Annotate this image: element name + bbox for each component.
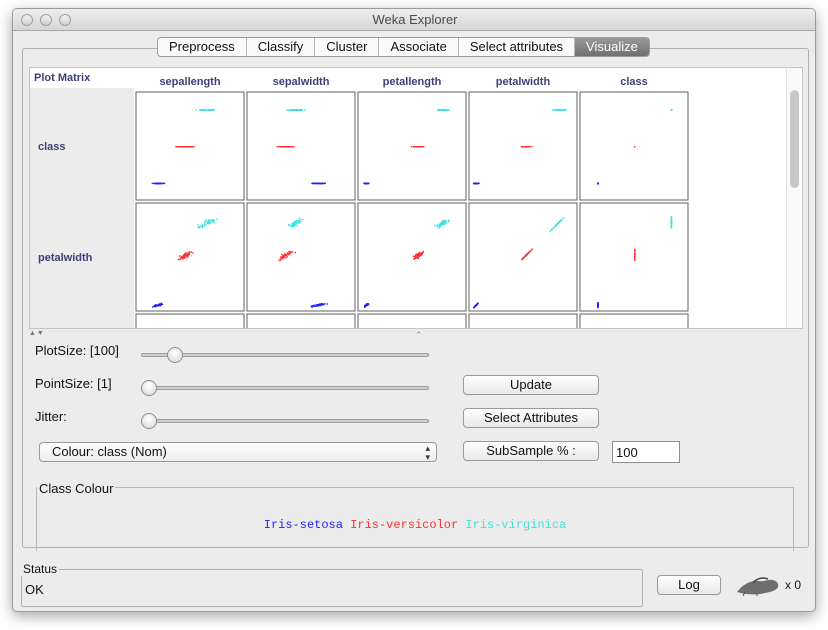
title-bar: Weka Explorer <box>13 9 815 31</box>
colour-select-value: Colour: class (Nom) <box>52 444 167 459</box>
tab-preprocess[interactable]: Preprocess <box>158 38 247 56</box>
point-size-slider[interactable] <box>141 380 431 396</box>
colour-select[interactable]: Colour: class (Nom) ▴ ▾ <box>39 442 437 462</box>
plot-size-slider[interactable] <box>141 347 431 363</box>
status-panel <box>21 569 643 607</box>
legend-iris-virginica[interactable]: Iris-virginica <box>465 518 566 532</box>
row-label-petalwidth: petalwidth <box>38 252 93 264</box>
plot-cell-class-sepalwidth[interactable] <box>246 91 356 201</box>
column-header-sepallength: sepallength <box>159 76 220 88</box>
tab-associate[interactable]: Associate <box>379 38 459 56</box>
tab-classify[interactable]: Classify <box>247 38 316 56</box>
plot-cell-petallength-class[interactable] <box>579 313 689 329</box>
row-label-class: class <box>38 141 66 153</box>
column-header-petalwidth: petalwidth <box>496 76 551 88</box>
plot-matrix-panel: sepallength sepalwidth petallength petalwid… <box>29 67 803 329</box>
tab-visualize[interactable]: Visualize <box>575 38 649 56</box>
tab-cluster[interactable]: Cluster <box>315 38 380 56</box>
plot-cell-petallength-sepallength[interactable] <box>135 313 245 329</box>
legend-iris-versicolor[interactable]: Iris-versicolor <box>350 518 458 532</box>
plot-size-knob[interactable] <box>167 347 183 363</box>
jitter-slider[interactable] <box>141 413 431 429</box>
select-attributes-button[interactable]: Select Attributes <box>463 408 599 428</box>
weka-explorer-window: Weka Explorer Preprocess Classify Cluste… <box>12 8 816 612</box>
tab-bar: Preprocess Classify Cluster Associate Se… <box>157 37 650 57</box>
plot-size-track[interactable] <box>141 353 429 357</box>
plot-cell-petallength-petallength[interactable] <box>357 313 467 329</box>
subsample-input[interactable] <box>612 441 680 463</box>
plot-cell-petalwidth-petallength[interactable] <box>357 202 467 312</box>
class-colour-title: Class Colour <box>37 481 116 496</box>
update-button[interactable]: Update <box>463 375 599 395</box>
class-colour-panel: Iris-setosa Iris-versicolor Iris-virgini… <box>36 487 794 551</box>
plot-cell-petallength-petalwidth[interactable] <box>468 313 578 329</box>
split-pane-divider-icon[interactable]: ⌃ <box>415 330 423 341</box>
plot-size-label: PlotSize: [100] <box>35 343 119 358</box>
plot-cell-petalwidth-petalwidth[interactable] <box>468 202 578 312</box>
status-text: OK <box>25 582 44 597</box>
matrix-vertical-scrollbar[interactable] <box>786 68 802 328</box>
plot-cell-petallength-sepalwidth[interactable] <box>246 313 356 329</box>
jitter-track[interactable] <box>141 419 429 423</box>
column-header-sepalwidth: sepalwidth <box>273 76 330 88</box>
task-count: x 0 <box>785 578 802 592</box>
weka-bird-icon[interactable] <box>735 575 781 597</box>
status-title: Status <box>21 562 60 576</box>
log-button[interactable]: Log <box>657 575 721 595</box>
column-header-class: class <box>620 76 648 88</box>
point-size-label: PointSize: [1] <box>35 376 112 391</box>
plot-matrix-svg: sepallength sepalwidth petallength petalwid… <box>38 76 689 329</box>
point-size-knob[interactable] <box>141 380 157 396</box>
column-header-petallength: petallength <box>383 76 442 88</box>
tab-select-attributes[interactable]: Select attributes <box>459 38 576 56</box>
jitter-label: Jitter: <box>35 409 67 424</box>
class-colour-legend: Iris-setosa Iris-versicolor Iris-virgini… <box>37 518 793 532</box>
subsample-button[interactable]: SubSample % : <box>463 441 599 461</box>
scrollbar-thumb[interactable] <box>790 90 799 188</box>
plot-matrix-label: Plot Matrix <box>31 69 134 87</box>
jitter-knob[interactable] <box>141 413 157 429</box>
visualize-panel: sepallength sepalwidth petallength petalwid… <box>22 48 809 551</box>
select-arrows-icon: ▴ ▾ <box>425 443 430 462</box>
window-title: Weka Explorer <box>372 12 458 27</box>
point-size-track[interactable] <box>141 386 429 390</box>
plot-cell-petalwidth-sepallength[interactable] <box>135 202 245 312</box>
legend-iris-setosa[interactable]: Iris-setosa <box>264 518 343 532</box>
split-pane-arrows-icon[interactable]: ▲▼ <box>29 330 45 337</box>
